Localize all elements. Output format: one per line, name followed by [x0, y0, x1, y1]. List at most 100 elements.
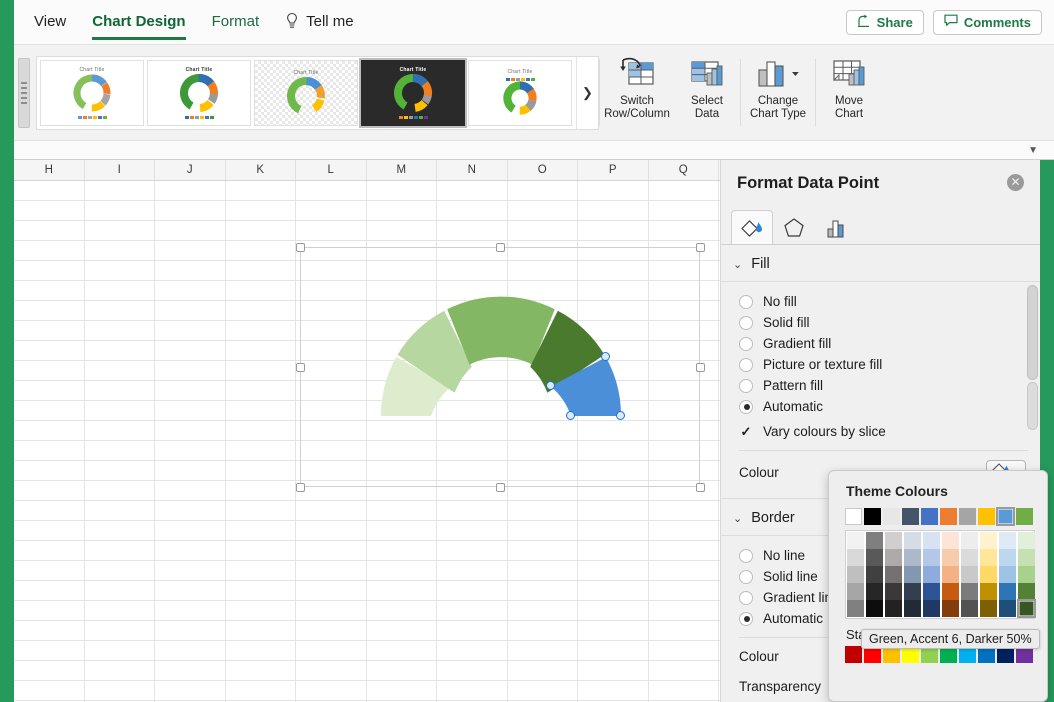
theme-variant-swatch[interactable] [961, 566, 978, 583]
comments-button[interactable]: Comments [933, 10, 1042, 35]
fill-option-gradient-fill[interactable]: Gradient fill [739, 333, 1040, 354]
theme-variant-swatch[interactable] [866, 532, 883, 549]
column-header-j[interactable]: J [155, 160, 226, 180]
gallery-next-button[interactable]: ❯ [576, 57, 598, 129]
chart-style-thumb-1[interactable]: Chart Title [40, 60, 144, 126]
resize-handle-nw[interactable] [296, 243, 305, 252]
panel-scrollbar-track[interactable] [1027, 382, 1038, 430]
theme-variant-swatch[interactable] [885, 532, 902, 549]
theme-variant-swatch[interactable] [942, 600, 959, 617]
theme-variant-swatch[interactable] [866, 583, 883, 600]
chart-style-thumb-3[interactable]: Chart Title [254, 60, 358, 126]
theme-variant-swatch[interactable] [980, 566, 997, 583]
theme-variant-swatch[interactable] [847, 583, 864, 600]
theme-variant-swatch[interactable] [942, 532, 959, 549]
theme-variant-swatch[interactable] [999, 600, 1016, 617]
vary-colours-by-slice-checkbox[interactable]: ✓ Vary colours by slice [739, 421, 1040, 442]
column-header-l[interactable]: L [296, 160, 367, 180]
theme-variant-swatch[interactable] [904, 532, 921, 549]
data-point-handle-inner-end[interactable] [566, 411, 575, 420]
fill-option-no-fill[interactable]: No fill [739, 291, 1040, 312]
tab-size-and-properties[interactable] [815, 210, 857, 244]
theme-variant-swatch[interactable] [980, 583, 997, 600]
resize-handle-ne[interactable] [696, 243, 705, 252]
gallery-scroll-handle[interactable] [18, 58, 30, 128]
column-header-k[interactable]: K [226, 160, 297, 180]
theme-swatch[interactable] [845, 508, 862, 525]
theme-variant-swatch[interactable] [1018, 583, 1035, 600]
resize-handle-se[interactable] [696, 483, 705, 492]
column-header-h[interactable]: H [14, 160, 85, 180]
theme-variant-swatch[interactable] [1018, 549, 1035, 566]
theme-variant-swatch[interactable] [923, 566, 940, 583]
chart-style-thumb-2[interactable]: Chart Title [147, 60, 251, 126]
theme-variant-swatch[interactable] [999, 583, 1016, 600]
theme-swatch[interactable] [959, 508, 976, 525]
menu-item-view[interactable]: View [34, 13, 66, 32]
column-header-m[interactable]: M [367, 160, 438, 180]
theme-variant-swatch[interactable] [847, 532, 864, 549]
theme-variant-swatch[interactable] [866, 566, 883, 583]
fill-option-pattern-fill[interactable]: Pattern fill [739, 375, 1040, 396]
theme-variant-swatch[interactable] [923, 532, 940, 549]
theme-variant-swatch[interactable] [1018, 532, 1035, 549]
theme-variant-swatch[interactable] [923, 600, 940, 617]
tab-fill-and-line[interactable] [731, 210, 773, 244]
resize-handle-s[interactable] [496, 483, 505, 492]
tell-me-button[interactable]: Tell me [285, 12, 354, 32]
theme-variant-swatch[interactable] [999, 532, 1016, 549]
theme-variant-swatch[interactable] [847, 566, 864, 583]
theme-swatch[interactable] [902, 508, 919, 525]
column-header-p[interactable]: P [578, 160, 649, 180]
theme-variant-swatch[interactable] [999, 566, 1016, 583]
theme-variant-swatch[interactable] [923, 549, 940, 566]
cell-grid[interactable] [14, 181, 720, 702]
column-header-q[interactable]: Q [649, 160, 720, 180]
gauge-donut-chart[interactable] [301, 248, 701, 488]
move-chart-button[interactable]: Move Chart [816, 53, 882, 121]
data-point-handle-outer-start[interactable] [601, 352, 610, 361]
theme-swatch[interactable] [864, 508, 881, 525]
theme-variant-swatch[interactable] [847, 549, 864, 566]
resize-handle-w[interactable] [296, 363, 305, 372]
select-data-button[interactable]: Select Data [674, 53, 740, 121]
switch-row-column-button[interactable]: Switch Row/Column [600, 53, 674, 121]
theme-swatch[interactable] [940, 508, 957, 525]
theme-variant-swatch[interactable] [904, 566, 921, 583]
theme-variant-swatch[interactable] [885, 566, 902, 583]
theme-variant-swatch[interactable] [980, 549, 997, 566]
fill-section-header[interactable]: ⌄ Fill [721, 245, 1040, 282]
change-chart-type-button[interactable]: Change Chart Type [741, 53, 815, 121]
theme-variant-swatch[interactable] [999, 549, 1016, 566]
chart-style-thumb-4[interactable]: Chart Title [361, 60, 465, 126]
theme-variant-swatch[interactable] [847, 600, 864, 617]
column-header-o[interactable]: O [508, 160, 579, 180]
resize-handle-e[interactable] [696, 363, 705, 372]
tab-effects[interactable] [773, 210, 815, 244]
theme-variant-swatch[interactable] [866, 549, 883, 566]
theme-variant-swatch[interactable] [904, 549, 921, 566]
theme-variant-swatch[interactable] [961, 600, 978, 617]
theme-variant-swatch[interactable] [1018, 566, 1035, 583]
theme-variant-swatch-selected[interactable] [1018, 600, 1035, 617]
theme-variant-swatch[interactable] [885, 549, 902, 566]
theme-swatch-selected[interactable] [997, 508, 1014, 525]
theme-variant-swatch[interactable] [904, 600, 921, 617]
column-header-i[interactable]: I [85, 160, 156, 180]
theme-variant-swatch[interactable] [942, 549, 959, 566]
theme-variant-swatch[interactable] [904, 583, 921, 600]
theme-variant-swatch[interactable] [923, 583, 940, 600]
data-point-handle-inner-start[interactable] [546, 381, 555, 390]
theme-variant-swatch[interactable] [980, 532, 997, 549]
fill-option-automatic[interactable]: Automatic [739, 396, 1040, 417]
chart-object[interactable] [300, 247, 700, 487]
resize-handle-n[interactable] [496, 243, 505, 252]
share-button[interactable]: Share [846, 10, 924, 35]
theme-variant-swatch[interactable] [885, 583, 902, 600]
panel-scrollbar-thumb[interactable] [1027, 285, 1038, 380]
resize-handle-sw[interactable] [296, 483, 305, 492]
theme-variant-swatch[interactable] [961, 532, 978, 549]
standard-swatch[interactable] [845, 646, 862, 663]
theme-swatch[interactable] [921, 508, 938, 525]
column-header-n[interactable]: N [437, 160, 508, 180]
